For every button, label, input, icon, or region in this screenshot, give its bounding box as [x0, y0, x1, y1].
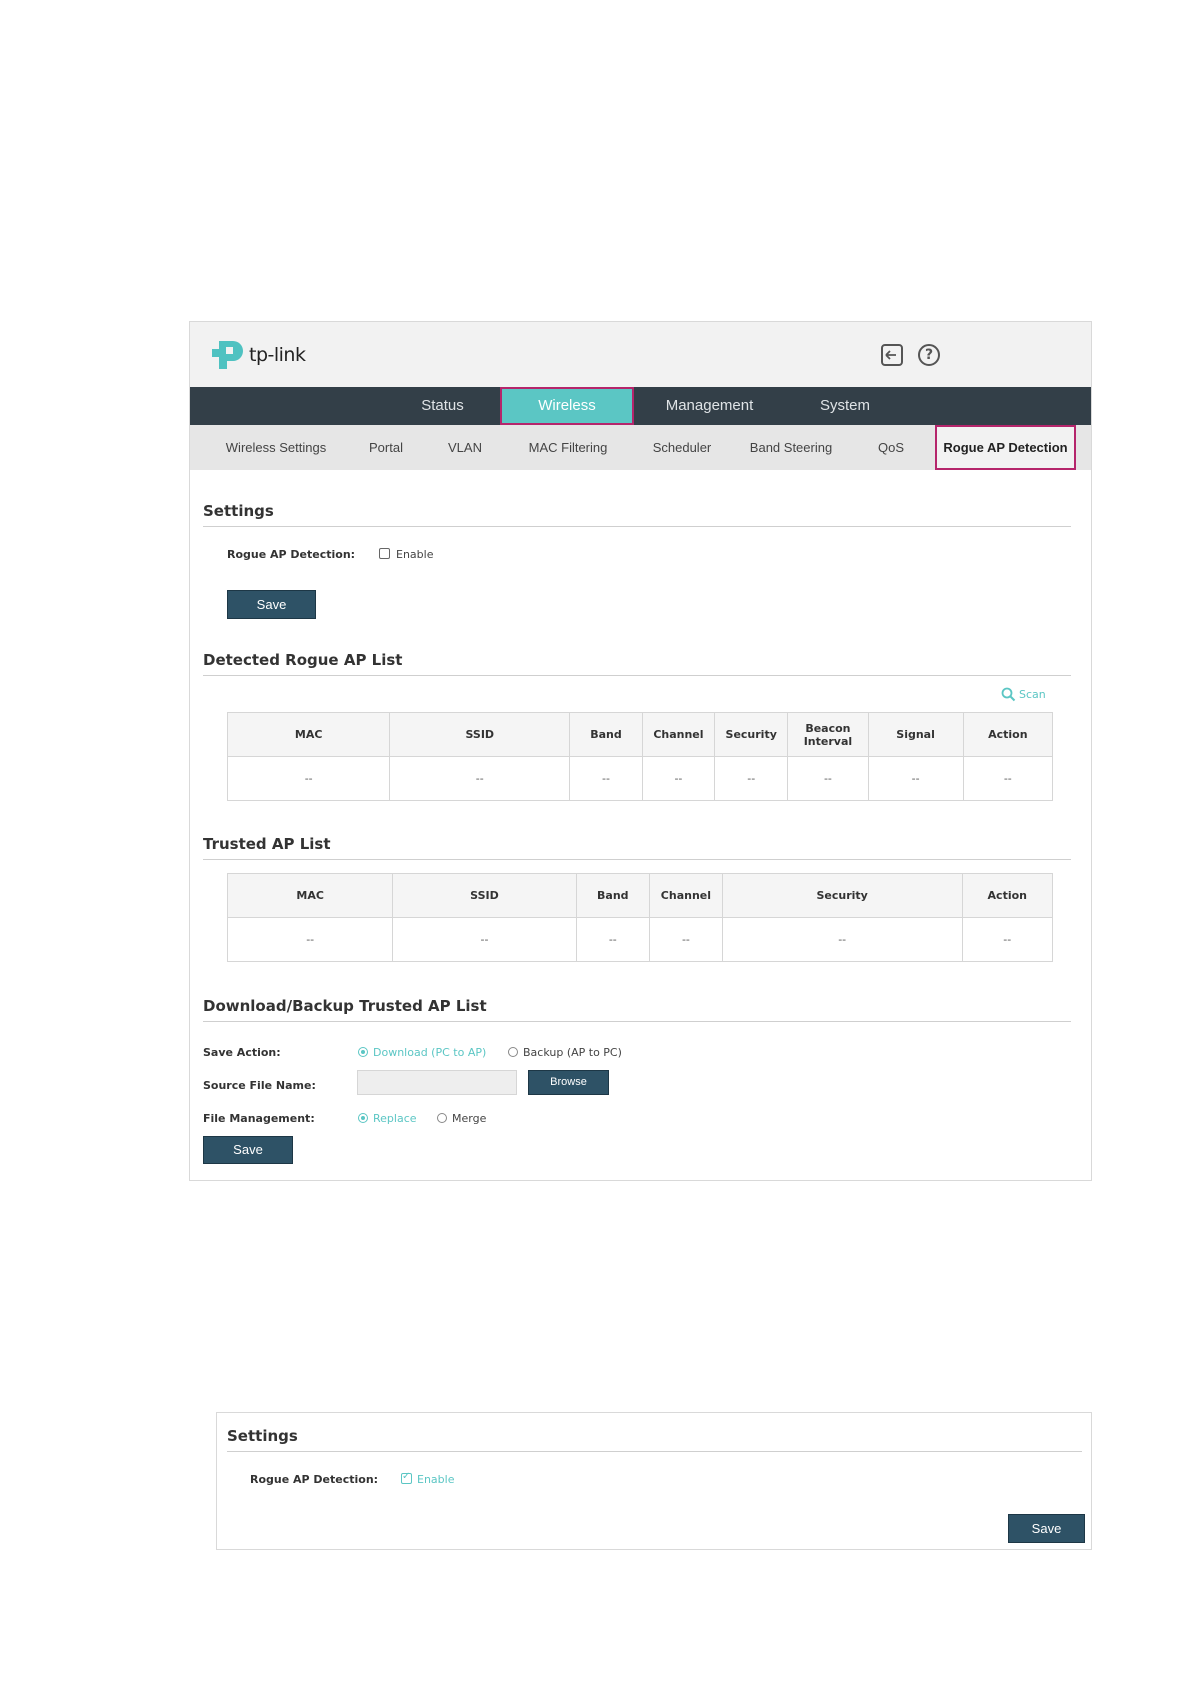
rogue-ap-detection-label: Rogue AP Detection: — [227, 548, 356, 561]
column-header-channel: Channel — [649, 873, 723, 918]
save-button[interactable]: Save — [1008, 1514, 1085, 1543]
column-header-channel: Channel — [641, 712, 716, 757]
nav-status[interactable]: Status — [385, 387, 500, 425]
top-bar: tp-link ? — [190, 322, 1091, 387]
logo-text: tp-link — [249, 344, 306, 366]
detected-rogue-ap-table: MAC SSID Band Channel Security Beacon In… — [226, 712, 1054, 801]
table-cell: -- — [226, 756, 391, 801]
settings-enabled-screenshot: Settings Rogue AP Detection: Enable Save — [216, 1412, 1092, 1550]
enable-checkbox[interactable] — [401, 1471, 412, 1484]
tab-portal[interactable]: Portal — [358, 425, 414, 470]
column-header-security: Security — [714, 712, 789, 757]
file-management-label: File Management: — [203, 1112, 315, 1125]
table-cell: -- — [569, 756, 643, 801]
tp-link-logo-icon — [212, 341, 243, 369]
sub-nav: Wireless Settings Portal VLAN MAC Filter… — [190, 425, 1091, 470]
tab-mac-filtering[interactable]: MAC Filtering — [518, 425, 618, 470]
settings-title: Settings — [203, 502, 274, 520]
nav-system[interactable]: System — [790, 387, 900, 425]
enable-checkbox[interactable] — [379, 548, 390, 559]
table-cell: -- — [575, 917, 651, 962]
tab-qos[interactable]: QoS — [866, 425, 916, 470]
browse-button[interactable]: Browse — [528, 1070, 609, 1095]
download-option-label: Download (PC to AP) — [373, 1046, 487, 1059]
logout-icon[interactable] — [881, 344, 903, 366]
help-icon[interactable]: ? — [918, 344, 940, 366]
table-cell: -- — [962, 756, 1054, 801]
nav-management[interactable]: Management — [642, 387, 777, 425]
replace-option-label: Replace — [373, 1112, 417, 1125]
table-cell: -- — [721, 917, 963, 962]
column-header-ssid: SSID — [392, 873, 577, 918]
save-action-label: Save Action: — [203, 1046, 281, 1059]
backup-radio[interactable] — [508, 1047, 518, 1057]
tab-wireless-settings[interactable]: Wireless Settings — [206, 425, 346, 470]
scan-label: Scan — [1019, 688, 1046, 701]
table-cell: -- — [961, 917, 1054, 962]
tab-rogue-ap-detection[interactable]: Rogue AP Detection — [935, 425, 1076, 470]
table-cell: -- — [392, 917, 577, 962]
column-header-mac: MAC — [226, 712, 391, 757]
router-ui-screenshot: tp-link ? Status Wireless Management Sys… — [189, 321, 1092, 1181]
main-nav: Status Wireless Management System — [190, 387, 1091, 425]
table-row: -- -- -- -- -- -- — [226, 917, 1054, 962]
table-cell: -- — [389, 756, 571, 801]
table-cell: -- — [226, 917, 394, 962]
save-download-button[interactable]: Save — [203, 1136, 293, 1164]
table-cell: -- — [787, 756, 869, 801]
download-backup-title: Download/Backup Trusted AP List — [203, 997, 487, 1015]
table-cell: -- — [714, 756, 789, 801]
column-header-signal: Signal — [867, 712, 964, 757]
arrow-left-icon — [885, 350, 896, 360]
replace-radio[interactable] — [358, 1113, 368, 1123]
backup-option-label: Backup (AP to PC) — [523, 1046, 622, 1059]
enable-checkbox-label: Enable — [417, 1473, 455, 1486]
scan-button[interactable]: Scan — [1001, 687, 1046, 702]
rogue-ap-detection-label: Rogue AP Detection: — [250, 1473, 379, 1486]
table-cell: -- — [641, 756, 716, 801]
divider — [227, 1451, 1082, 1452]
column-header-security: Security — [721, 873, 963, 918]
divider — [203, 859, 1071, 860]
nav-wireless[interactable]: Wireless — [500, 387, 634, 425]
column-header-action: Action — [961, 873, 1054, 918]
search-icon — [1001, 687, 1016, 702]
table-header-row: MAC SSID Band Channel Security Action — [226, 873, 1054, 918]
column-header-mac: MAC — [226, 873, 394, 918]
tp-link-logo: tp-link — [209, 337, 306, 373]
divider — [203, 1021, 1071, 1022]
column-header-band: Band — [575, 873, 651, 918]
enable-checkbox-label: Enable — [396, 548, 434, 561]
table-cell: -- — [649, 917, 723, 962]
column-header-ssid: SSID — [389, 712, 571, 757]
tab-vlan[interactable]: VLAN — [440, 425, 490, 470]
column-header-beacon-interval: Beacon Interval — [787, 712, 869, 757]
settings-title: Settings — [227, 1427, 298, 1445]
merge-option-label: Merge — [452, 1112, 487, 1125]
source-file-name-label: Source File Name: — [203, 1079, 316, 1092]
merge-radio[interactable] — [437, 1113, 447, 1123]
divider — [203, 526, 1071, 527]
detected-list-title: Detected Rogue AP List — [203, 651, 403, 669]
download-radio[interactable] — [358, 1047, 368, 1057]
column-header-band: Band — [569, 712, 643, 757]
tab-band-steering[interactable]: Band Steering — [736, 425, 846, 470]
table-row: -- -- -- -- -- -- -- -- — [226, 756, 1054, 801]
column-header-action: Action — [962, 712, 1054, 757]
table-cell: -- — [867, 756, 964, 801]
divider — [203, 675, 1071, 676]
save-settings-button[interactable]: Save — [227, 590, 316, 619]
trusted-list-title: Trusted AP List — [203, 835, 331, 853]
tab-scheduler[interactable]: Scheduler — [640, 425, 724, 470]
table-header-row: MAC SSID Band Channel Security Beacon In… — [226, 712, 1054, 757]
source-file-input[interactable] — [357, 1070, 517, 1095]
trusted-ap-table: MAC SSID Band Channel Security Action --… — [226, 873, 1054, 962]
